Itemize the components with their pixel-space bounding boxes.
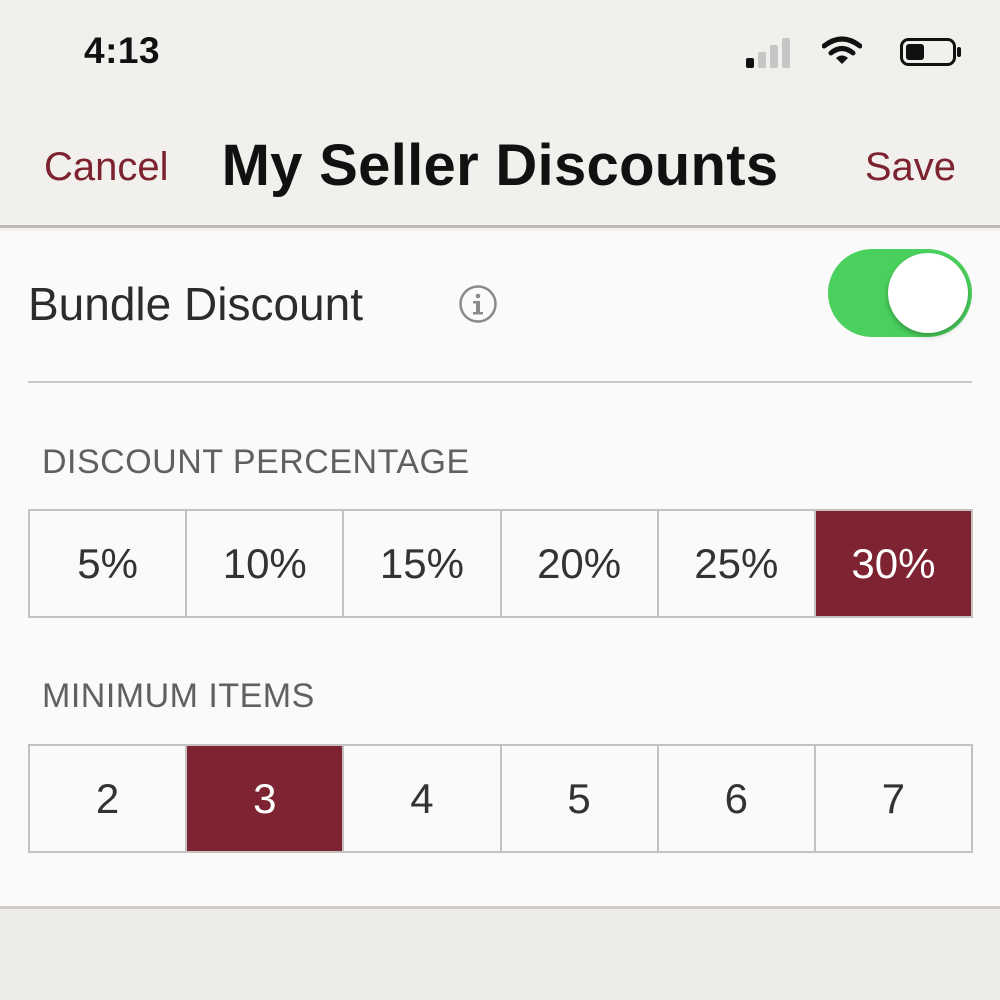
wifi-icon [822,36,862,64]
min-items-option-2[interactable]: 2 [30,746,188,851]
toggle-knob [888,253,968,333]
discount-option-20[interactable]: 20% [502,511,659,616]
min-items-option-3[interactable]: 3 [187,746,345,851]
min-items-option-6[interactable]: 6 [659,746,816,851]
nav-bar: Cancel My Seller Discounts Save [0,110,1000,228]
save-button[interactable]: Save [865,145,956,190]
discount-option-15[interactable]: 15% [344,511,502,616]
page-title: My Seller Discounts [221,133,779,198]
discount-percentage-header: DISCOUNT PERCENTAGE [42,443,470,481]
minimum-items-selector: 2 3 4 5 6 7 [28,744,973,853]
min-items-option-7[interactable]: 7 [816,746,971,851]
min-items-option-5[interactable]: 5 [502,746,659,851]
minimum-items-header: MINIMUM ITEMS [42,677,315,715]
footer-area [0,906,1000,1000]
battery-icon [900,38,961,66]
discount-option-30[interactable]: 30% [815,511,972,616]
signal-icon [746,38,790,68]
status-time: 4:13 [84,30,161,71]
info-icon[interactable] [458,284,498,324]
bundle-discount-toggle[interactable] [828,249,972,337]
bundle-discount-row: Bundle Discount [28,231,972,383]
min-items-option-4[interactable]: 4 [344,746,502,851]
bundle-discount-label: Bundle Discount [28,278,363,330]
status-bar: 4:13 [0,0,1000,110]
discount-percentage-selector: 5% 10% 15% 20% 25% 30% [28,509,973,618]
status-icons [702,36,962,70]
discount-option-25[interactable]: 25% [659,511,816,616]
discount-option-5[interactable]: 5% [30,511,188,616]
discount-settings-panel: Bundle Discount DISCOUNT PERCENTAGE 5% 1… [0,231,1000,906]
discount-option-10[interactable]: 10% [187,511,345,616]
